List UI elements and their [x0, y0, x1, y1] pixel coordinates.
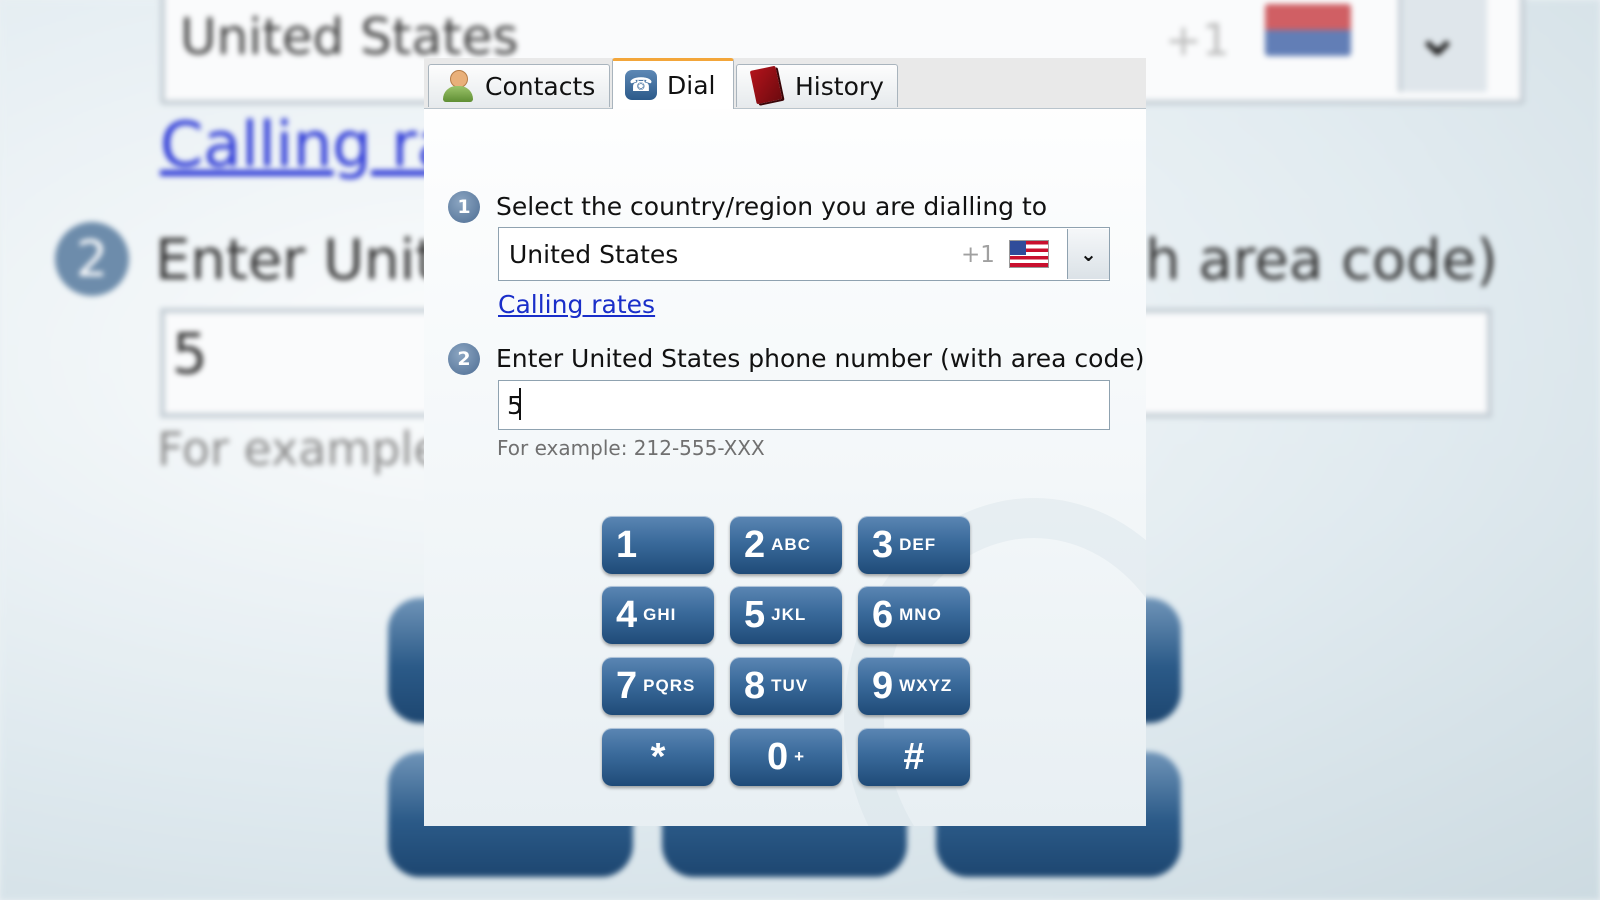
country-value: United States [509, 240, 679, 269]
keypad-key-1[interactable]: 1 [602, 516, 714, 574]
key-digit: 5 [744, 593, 766, 636]
step-2-badge: 2 [448, 343, 480, 375]
tab-history-label: History [795, 71, 884, 101]
tab-bar: Contacts ☎ Dial History [424, 58, 1146, 109]
phone-icon: ☎ [625, 70, 657, 100]
key-digit: 1 [616, 523, 638, 566]
keypad-key-0[interactable]: 0 + [730, 728, 842, 786]
phone-number-input[interactable] [498, 380, 1110, 430]
key-digit: 4 [616, 593, 638, 636]
key-digit: 0 [766, 735, 789, 778]
key-digit: 6 [872, 593, 894, 636]
key-letters: MNO [899, 605, 942, 624]
bg-country-code: +1 [1165, 15, 1230, 66]
key-letters: DEF [899, 535, 937, 554]
key-letters: + [794, 747, 806, 766]
keypad-key-9[interactable]: 9 WXYZ [858, 657, 970, 715]
tab-dial-label: Dial [667, 70, 716, 100]
key-letters: TUV [771, 676, 809, 695]
keypad-key-hash[interactable]: # [858, 728, 970, 786]
book-icon [749, 65, 785, 106]
us-flag-icon [1009, 240, 1049, 268]
contacts-icon [441, 68, 475, 104]
key-digit: 3 [872, 523, 894, 566]
keypad-key-5[interactable]: 5 JKL [730, 586, 842, 644]
country-dial-code: +1 [961, 242, 995, 268]
key-letters: PQRS [643, 676, 696, 695]
keypad-key-6[interactable]: 6 MNO [858, 586, 970, 644]
step-2-label: Enter United States phone number (with a… [496, 344, 1145, 373]
tab-history[interactable]: History [736, 64, 898, 107]
step-1-badge: 1 [448, 191, 480, 223]
key-letters: GHI [643, 605, 677, 624]
keypad-key-2[interactable]: 2 ABC [730, 516, 842, 574]
tab-contacts[interactable]: Contacts [428, 64, 610, 107]
keypad-key-4[interactable]: 4 GHI [602, 586, 714, 644]
example-hint: For example: 212-555-XXX [497, 436, 765, 460]
tab-contacts-label: Contacts [485, 71, 596, 101]
bg-step-2-badge: 2 [55, 222, 129, 296]
text-cursor [519, 388, 521, 420]
keypad-key-7[interactable]: 7 PQRS [602, 657, 714, 715]
key-letters: WXYZ [899, 676, 953, 695]
keypad-key-star[interactable]: * [602, 728, 714, 786]
bg-phone-value: 5 [172, 322, 208, 387]
key-digit: * [650, 735, 666, 778]
key-letters: ABC [771, 535, 811, 554]
country-dropdown[interactable]: United States +1 ⌄ [498, 227, 1110, 281]
calling-rates-link[interactable]: Calling rates [498, 290, 655, 319]
chevron-down-icon[interactable]: ⌄ [1067, 229, 1109, 279]
key-letters: JKL [771, 605, 807, 624]
bg-chevron-down-icon: ⌄ [1414, 4, 1461, 69]
key-digit: # [903, 735, 925, 778]
step-1-label: Select the country/region you are dialli… [496, 192, 1048, 221]
dial-panel: Contacts ☎ Dial History 1 Select the cou… [424, 58, 1146, 826]
bg-step-2-label-end: h area code) [1145, 228, 1498, 293]
key-digit: 8 [744, 664, 766, 707]
keypad-key-3[interactable]: 3 DEF [858, 516, 970, 574]
tab-dial[interactable]: ☎ Dial [612, 58, 734, 109]
keypad-key-8[interactable]: 8 TUV [730, 657, 842, 715]
bg-example-text: For example [157, 422, 442, 476]
bg-flag-icon [1265, 4, 1351, 56]
key-digit: 2 [744, 523, 766, 566]
key-digit: 9 [872, 664, 894, 707]
key-digit: 7 [616, 664, 638, 707]
